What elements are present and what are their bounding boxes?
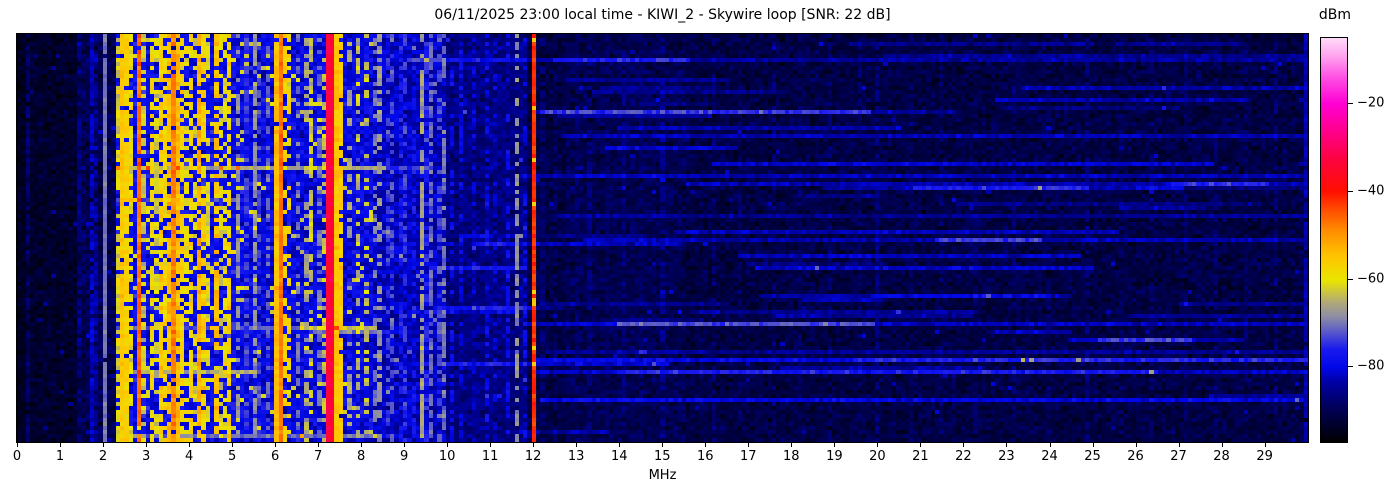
x-tick-label: 8 xyxy=(357,449,366,464)
spectrogram-plot xyxy=(16,33,1309,443)
x-tick-label: 15 xyxy=(654,449,671,464)
x-tick-label: 25 xyxy=(1084,449,1101,464)
x-tick-label: 18 xyxy=(783,449,800,464)
chart-title: 06/11/2025 23:00 local time - KIWI_2 - S… xyxy=(434,7,891,23)
x-tick-label: 26 xyxy=(1127,449,1144,464)
colorbar-tick-label: −80 xyxy=(1357,358,1385,374)
x-tick-mark xyxy=(361,443,363,447)
x-tick-label: 0 xyxy=(12,449,22,464)
x-tick-mark xyxy=(232,443,234,447)
x-tick-label: 9 xyxy=(400,449,409,464)
x-tick-label: 10 xyxy=(438,449,456,464)
x-tick-mark xyxy=(1135,443,1137,447)
x-tick-mark xyxy=(877,443,879,447)
x-tick-label: 12 xyxy=(524,449,542,464)
x-tick-label: 29 xyxy=(1256,449,1273,464)
x-tick-mark xyxy=(318,443,320,447)
x-tick-label: 14 xyxy=(611,449,628,464)
x-tick-mark xyxy=(17,443,18,447)
colorbar-tick-label: −20 xyxy=(1357,95,1385,111)
x-tick-mark xyxy=(834,443,836,447)
x-tick-mark xyxy=(963,443,965,447)
x-tick-label: 22 xyxy=(955,449,972,464)
x-tick-mark xyxy=(1264,443,1266,447)
x-tick-mark xyxy=(705,443,707,447)
x-tick-mark xyxy=(1178,443,1180,447)
spectrogram-figure: 06/11/2025 23:00 local time - KIWI_2 - S… xyxy=(0,0,1400,500)
colorbar-tick-mark xyxy=(1348,102,1353,104)
x-tick-label: 16 xyxy=(697,449,714,464)
x-tick-label: 5 xyxy=(227,449,237,464)
x-tick-mark xyxy=(404,443,406,447)
x-tick-mark xyxy=(1006,443,1008,447)
x-tick-mark xyxy=(920,443,922,447)
x-tick-label: 4 xyxy=(184,449,194,464)
colorbar-tick-mark xyxy=(1348,278,1353,280)
colorbar-tick-label: −60 xyxy=(1357,271,1385,286)
colorbar-tick-mark xyxy=(1348,366,1353,368)
x-tick-label: 1 xyxy=(55,449,65,464)
colorbar-tick-mark xyxy=(1348,190,1353,192)
x-tick-mark xyxy=(1092,443,1094,447)
x-tick-mark xyxy=(1049,443,1051,447)
spectrogram-canvas xyxy=(17,34,1308,442)
x-tick-label: 11 xyxy=(481,449,499,464)
x-tick-label: 13 xyxy=(567,449,585,464)
colorbar xyxy=(1320,37,1348,443)
x-tick-label: 28 xyxy=(1213,449,1230,464)
x-tick-mark xyxy=(1221,443,1223,447)
x-tick-mark xyxy=(189,443,191,447)
x-tick-mark xyxy=(490,443,492,447)
x-tick-mark xyxy=(619,443,621,447)
x-tick-label: 27 xyxy=(1170,449,1187,464)
x-tick-label: 3 xyxy=(141,449,151,464)
x-tick-mark xyxy=(447,443,449,447)
x-tick-label: 7 xyxy=(313,449,323,464)
x-axis-label: MHz xyxy=(648,468,677,483)
x-tick-mark xyxy=(275,443,277,447)
x-tick-label: 19 xyxy=(826,449,843,464)
x-tick-label: 23 xyxy=(998,449,1015,464)
x-tick-label: 2 xyxy=(98,449,108,464)
x-tick-mark xyxy=(662,443,664,447)
colorbar-tick-label: −40 xyxy=(1357,183,1385,199)
x-tick-mark xyxy=(748,443,750,447)
x-tick-label: 20 xyxy=(869,449,886,464)
x-tick-mark xyxy=(103,443,104,447)
x-tick-label: 17 xyxy=(740,449,757,464)
x-tick-mark xyxy=(791,443,793,447)
colorbar-ticks: −20 −40 −60 −80 xyxy=(1348,37,1400,443)
x-tick-label: 6 xyxy=(270,449,280,464)
colorbar-title: dBm xyxy=(1318,7,1352,23)
x-axis: 0 1 2 3 4 5 6 7 8 9 10 11 12 13 14 15 16 17 18 19 20 21 22 23 24… xyxy=(13,443,1308,465)
x-tick-mark xyxy=(533,443,535,447)
x-tick-mark xyxy=(576,443,578,447)
x-tick-mark xyxy=(146,443,148,447)
x-tick-label: 21 xyxy=(912,449,929,464)
x-tick-label: 24 xyxy=(1041,449,1058,464)
x-tick-mark xyxy=(60,443,61,447)
